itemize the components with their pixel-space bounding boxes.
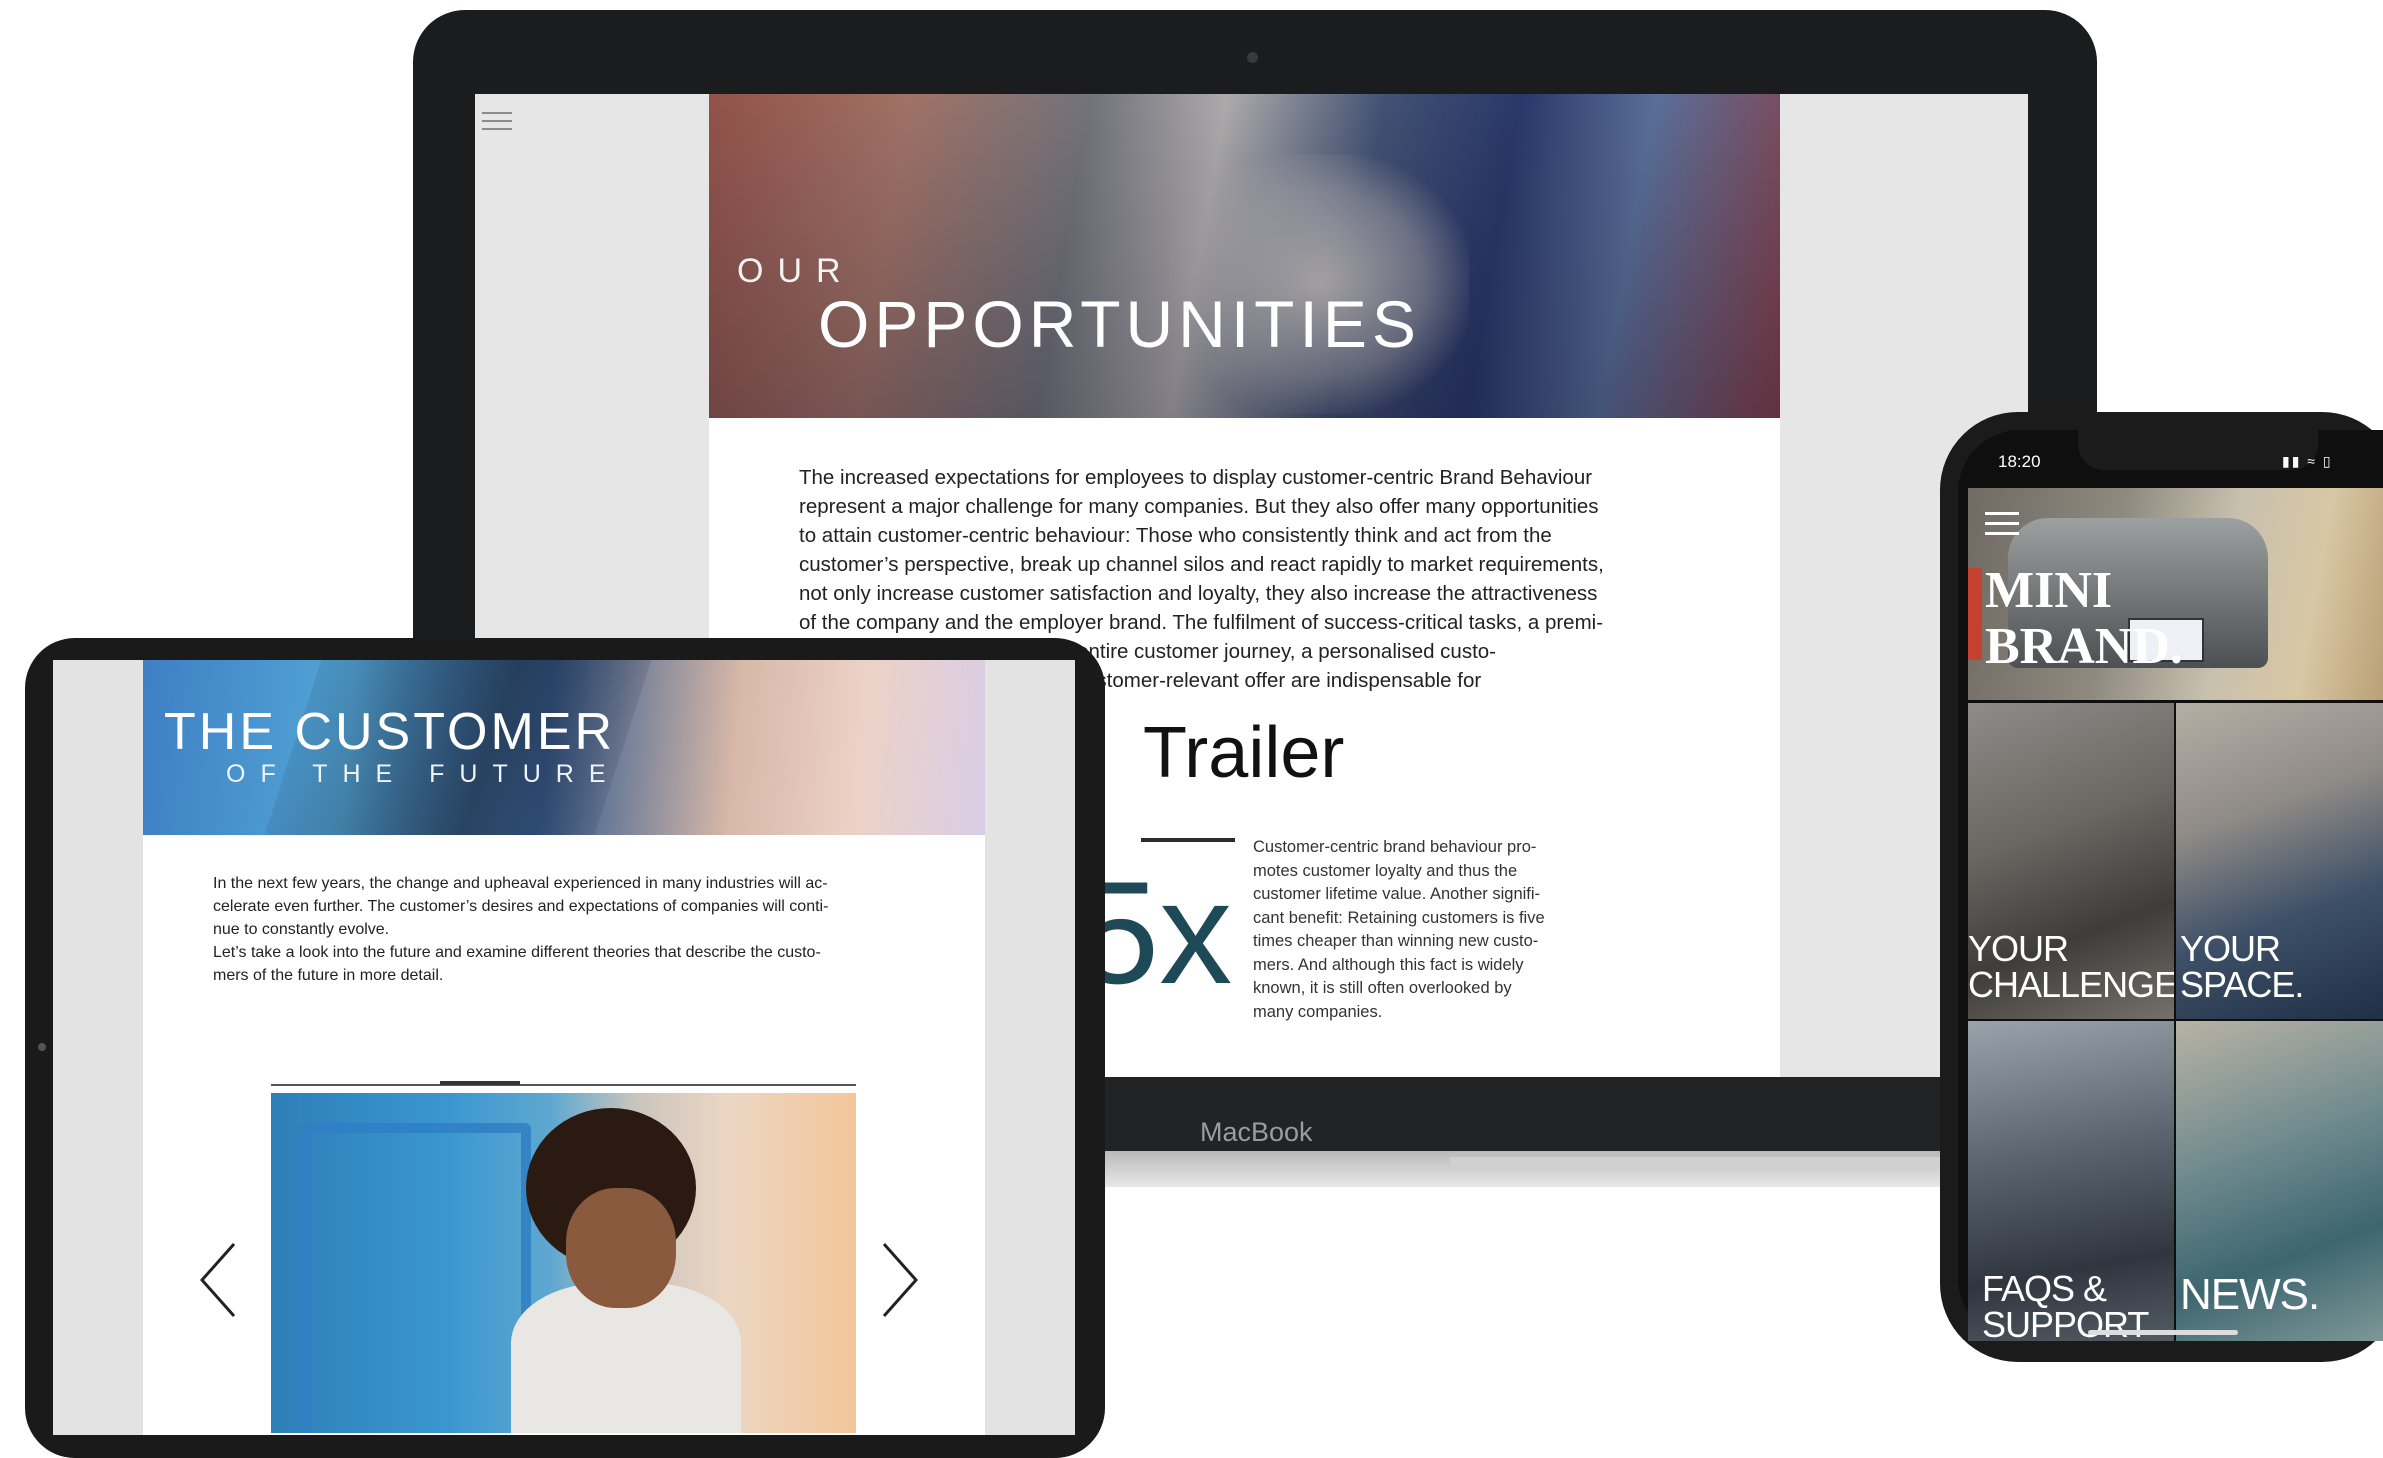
status-time: 18:20 [1998,452,2041,471]
chevron-left-icon[interactable] [198,1240,238,1320]
tile-news[interactable]: NEWS. [2176,1021,2383,1341]
status-icons: ▮▮ ≈ ▯ [2282,453,2333,469]
tile-your-space[interactable]: YOUR SPACE. [2176,703,2383,1019]
ipad-body-text: In the next few years, the change and up… [213,875,829,984]
stat-description: Customer-centric brand behaviour pro- mo… [1253,838,1545,1021]
menu-icon[interactable] [482,112,512,134]
carousel-rule [271,1084,856,1086]
ipad-camera-icon [38,1043,46,1051]
macbook-hero-title: OPPORTUNITIES [818,287,1421,361]
camera-icon [1247,52,1258,63]
ipad-hero-subtitle: OF THE FUTURE [226,760,621,788]
carousel-image [271,1093,856,1433]
carousel-indicator[interactable] [440,1081,520,1085]
home-indicator[interactable] [2088,1330,2238,1335]
tile-your-challenge[interactable]: YOUR CHALLENGE. [1968,703,2174,1019]
accent-bar [1968,568,1982,660]
tile-news-label: NEWS. [2180,1270,2320,1319]
menu-icon[interactable] [1985,512,2019,538]
tile-your-space-label: YOUR SPACE. [2180,928,2304,1005]
tile-your-challenge-label: YOUR CHALLENGE. [1968,928,2174,1005]
macbook-hero-image [709,94,1780,418]
ipad-hero-title: THE CUSTOMER [164,703,616,761]
macbook-label: MacBook [1200,1117,1313,1147]
chevron-right-icon[interactable] [880,1240,920,1320]
stat-divider [1141,838,1235,842]
tile-faqs-support[interactable]: FAQS & SUPPORT [1968,1021,2174,1341]
trailer-title: Trailer [1143,713,1345,793]
tile-mini-brand-label: MINI BRAND. [1985,562,2183,675]
